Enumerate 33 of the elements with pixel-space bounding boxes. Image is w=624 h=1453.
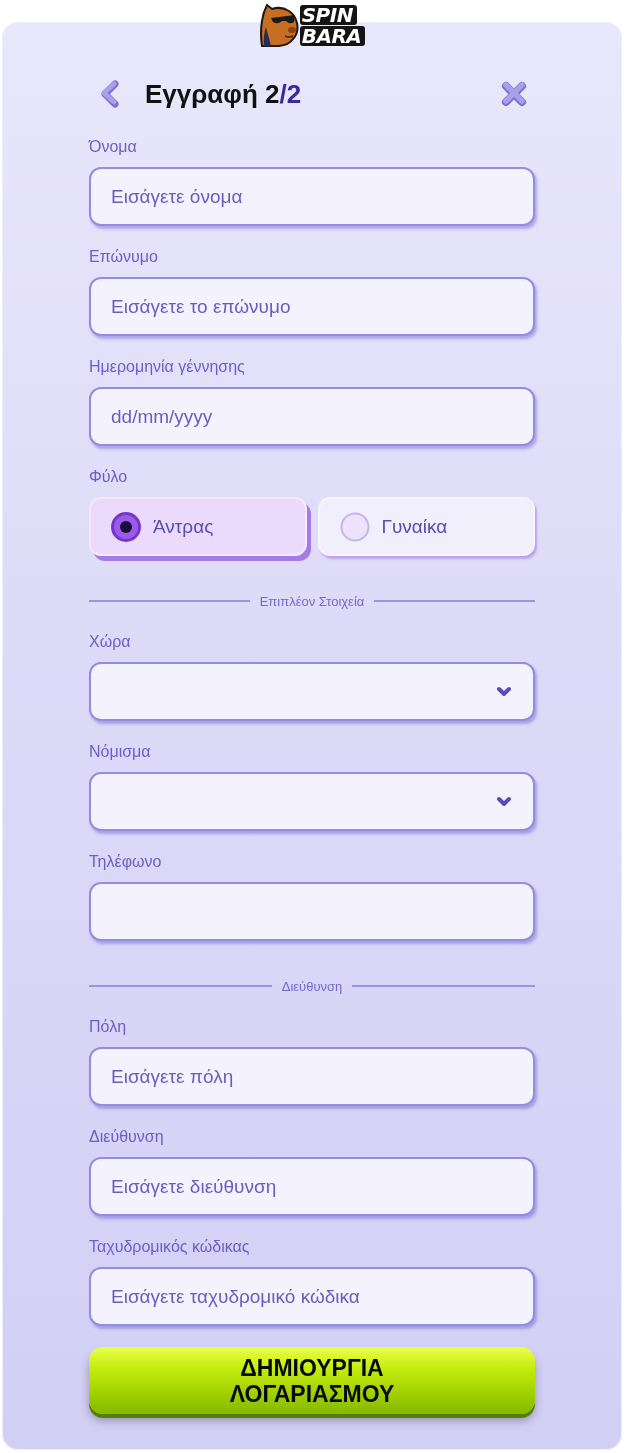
- input-field[interactable]: Εισάγετε το επώνυμο: [89, 277, 535, 336]
- logo-text: BARA: [299, 25, 366, 46]
- input-field[interactable]: Εισάγετε όνομα: [89, 167, 535, 226]
- chevron-down-icon: [496, 796, 512, 807]
- field-label: Χώρα: [89, 632, 132, 652]
- input-field[interactable]: Εισάγετε ταχυδρομικό κώδικα: [89, 1267, 535, 1326]
- input-field[interactable]: dd/mm/yyyy: [89, 387, 535, 446]
- close-icon: [501, 81, 527, 107]
- page-title: Εγγραφή 2/2: [145, 78, 303, 110]
- field-label: Νόμισμα: [89, 742, 152, 762]
- close-button[interactable]: [501, 80, 527, 108]
- capybara-logo-icon: [258, 3, 299, 47]
- radio-empty-icon: [339, 511, 370, 542]
- section-heading: Επιπλέον Στοιχεία: [259, 593, 365, 609]
- field-label: Πόλη: [89, 1017, 128, 1037]
- field-label: Όνομα: [89, 137, 138, 157]
- chevron-left-icon: [100, 80, 120, 108]
- field-label: Τηλέφωνο: [89, 852, 163, 872]
- dropdown-field[interactable]: [89, 772, 535, 831]
- input-field[interactable]: [89, 882, 535, 941]
- field-label: Ημερομηνία γέννησης: [89, 357, 246, 377]
- radio-option[interactable]: Γυναίκα: [317, 497, 535, 556]
- logo-text: SPIN: [299, 4, 357, 25]
- chevron-down-icon: [496, 686, 512, 697]
- field-label: Ταχυδρομικός κώδικας: [89, 1237, 251, 1257]
- field-label: Διεύθυνση: [89, 1127, 165, 1147]
- radio-selected-icon: [111, 511, 141, 542]
- section-heading: Διεύθυνση: [281, 978, 343, 994]
- field-label: Επώνυμο: [89, 247, 159, 267]
- dropdown-field[interactable]: [89, 662, 535, 721]
- input-field[interactable]: Εισάγετε πόλη: [89, 1047, 535, 1106]
- field-label: Φύλο: [89, 467, 129, 487]
- input-field[interactable]: Εισάγετε διεύθυνση: [89, 1157, 535, 1216]
